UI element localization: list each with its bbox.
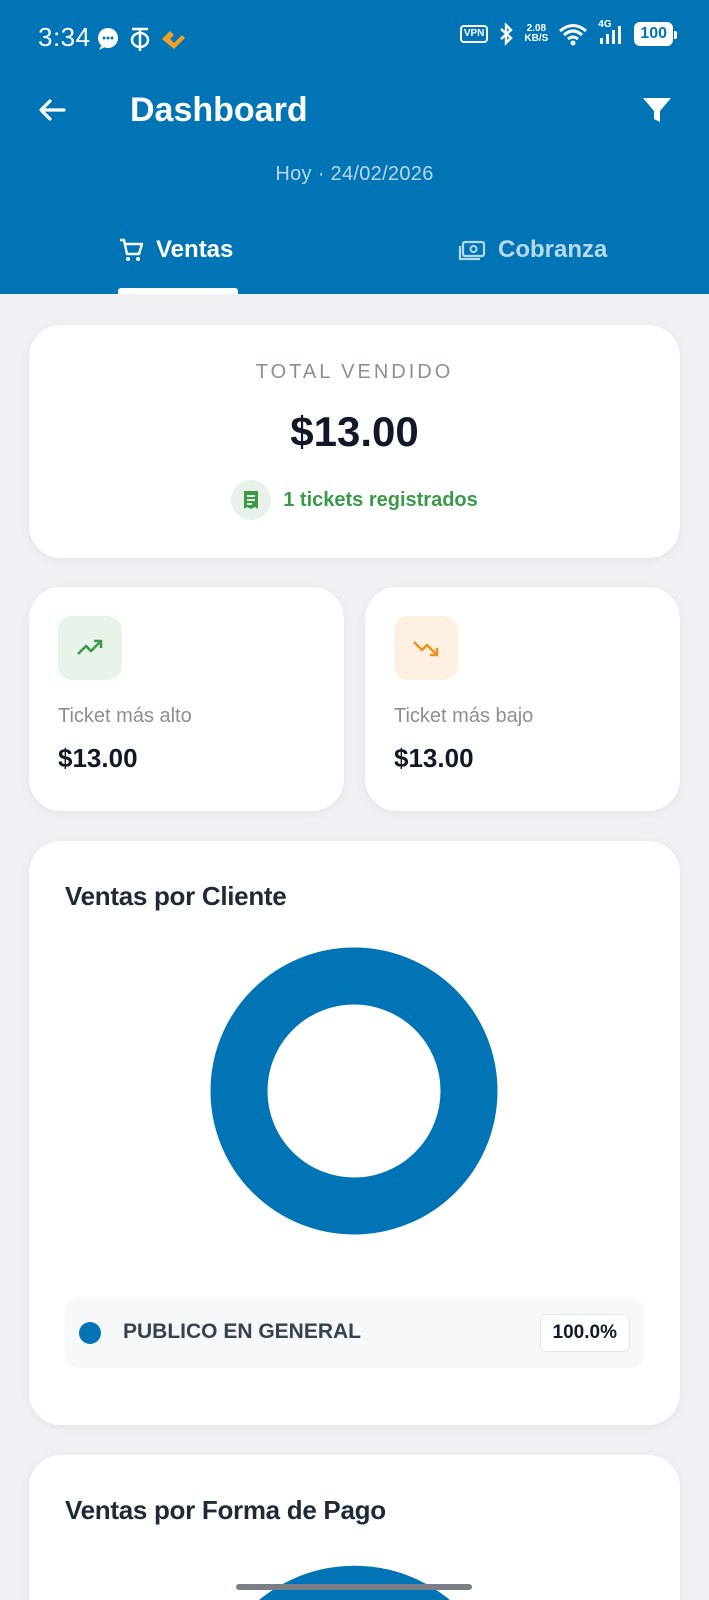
phi-symbol-icon [130, 27, 150, 51]
sales-by-client-donut-chart [210, 947, 498, 1235]
arrow-back-icon [39, 99, 66, 121]
filter-icon [643, 98, 671, 122]
battery-indicator: 100 [634, 22, 677, 46]
total-sales-card: TOTAL VENDIDO $13.00 1 tickets registrad… [29, 325, 680, 558]
legend-client-name: PUBLICO EN GENERAL [123, 1320, 362, 1343]
status-bar: 3:34 VPN 2.08 KB/S 4G 100 [0, 0, 709, 76]
trending-down-icon [394, 616, 458, 680]
cash-icon [458, 240, 486, 261]
cellular-signal: 4G [598, 19, 624, 46]
highest-ticket-card: Ticket más alto $13.00 [29, 587, 344, 811]
chat-bubble-icon [98, 28, 118, 50]
system-icons: VPN 2.08 KB/S 4G 100 [459, 19, 677, 46]
legend-item[interactable]: PUBLICO EN GENERAL 100.0% [65, 1298, 644, 1368]
tickets-count-text: 1 tickets registrados [283, 488, 478, 511]
sales-by-client-card: Ventas por Cliente PUBLICO EN GENERAL 10… [29, 841, 680, 1425]
tab-ventas[interactable]: Ventas [118, 226, 233, 274]
wifi-icon [559, 24, 588, 46]
lowest-ticket-label: Ticket más bajo [394, 705, 534, 727]
filter-button[interactable] [635, 88, 679, 132]
page-title: Dashboard [130, 91, 308, 129]
network-speed: 2.08 KB/S [524, 24, 548, 44]
trending-up-icon [58, 616, 122, 680]
lowest-ticket-value: $13.00 [394, 743, 474, 773]
lowest-ticket-card: Ticket más bajo $13.00 [365, 587, 680, 811]
notification-icons [96, 26, 186, 52]
sales-by-payment-card: Ventas por Forma de Pago [29, 1455, 680, 1600]
tickets-summary: 1 tickets registrados [29, 480, 680, 520]
receipt-icon [231, 480, 272, 520]
legend-percent-badge: 100.0% [539, 1314, 630, 1352]
legend-color-dot [79, 1322, 101, 1344]
donut-slice-publico-en-general [210, 947, 498, 1235]
highest-ticket-label: Ticket más alto [58, 705, 192, 727]
network-speed-unit: KB/S [524, 33, 549, 44]
sales-by-payment-donut-chart [259, 1565, 450, 1600]
cart-icon [120, 238, 144, 261]
signal-bars-icon [600, 26, 622, 44]
highest-ticket-value: $13.00 [58, 743, 138, 773]
total-sales-label: TOTAL VENDIDO [255, 361, 454, 383]
sales-by-client-title: Ventas por Cliente [65, 881, 287, 911]
status-time: 3:34 [38, 22, 91, 52]
tab-cobranza[interactable]: Cobranza [458, 226, 607, 274]
back-button[interactable] [30, 88, 74, 132]
active-tab-indicator [118, 288, 238, 294]
app-logo-icon [162, 31, 185, 49]
date-subtitle: Hoy · 24/02/2026 [275, 163, 434, 185]
tab-label: Cobranza [498, 236, 608, 263]
home-gesture-bar[interactable] [236, 1584, 472, 1590]
tab-label: Ventas [156, 236, 234, 263]
sales-by-payment-title: Ventas por Forma de Pago [65, 1495, 386, 1525]
bluetooth-icon [500, 22, 514, 46]
app-bar: 3:34 VPN 2.08 KB/S 4G 100 Dashboard Hoy … [0, 0, 709, 294]
vpn-icon: VPN [459, 25, 489, 43]
total-sales-amount: $13.00 [290, 408, 419, 455]
payment-donut-arc [259, 1565, 450, 1600]
